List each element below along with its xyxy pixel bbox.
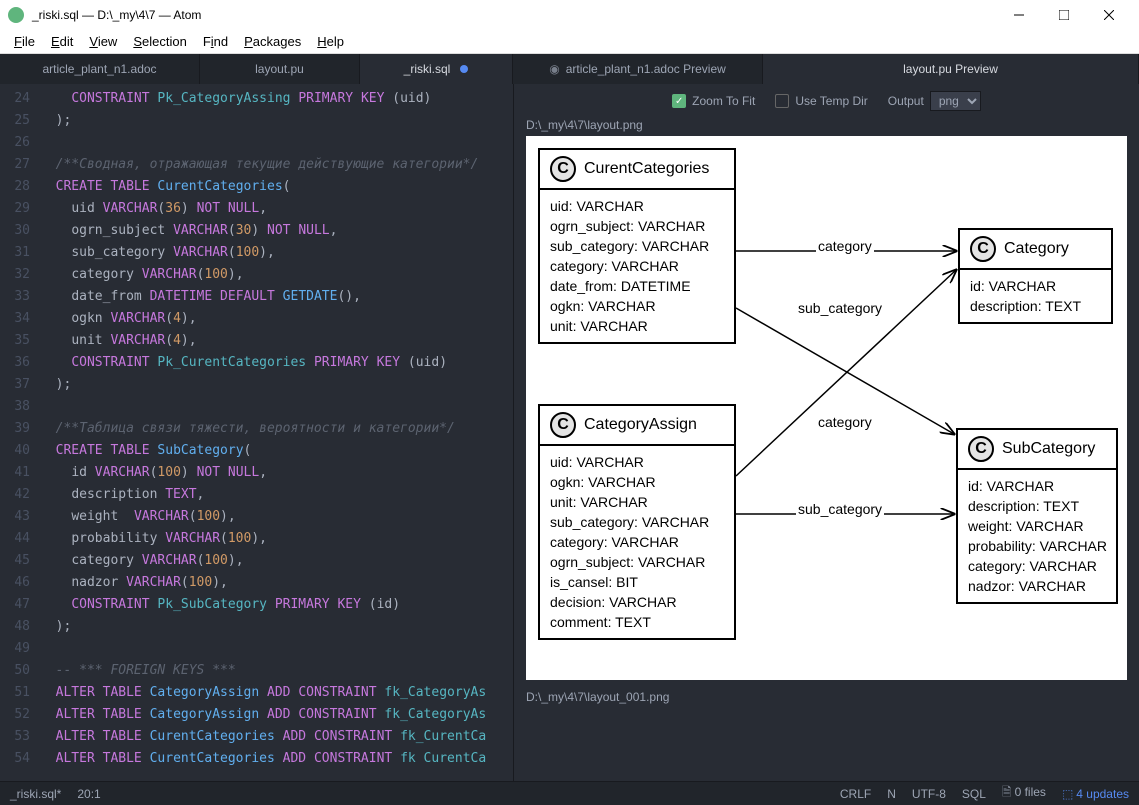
close-button[interactable] [1086,0,1131,30]
use-temp-dir-checkbox[interactable]: Use Temp Dir [775,94,867,108]
uml-category-assign: C CategoryAssign uid: VARCHAR ogkn: VARCH… [538,404,736,640]
line-gutter: 2425262728293031323334353637383940414243… [0,84,40,781]
checkbox-unchecked-icon [775,94,789,108]
uml-body: id: VARCHAR description: TEXT weight: VA… [958,470,1116,602]
zoom-to-fit-checkbox[interactable]: ✓ Zoom To Fit [672,94,755,108]
menu-help[interactable]: Help [309,32,352,51]
preview-path-bottom: D:\_my\4\7\layout_001.png [526,690,1127,704]
uml-diagram: category sub_category category sub_categ… [526,136,1127,680]
uml-title: SubCategory [1002,440,1095,458]
uml-body: uid: VARCHAR ogkn: VARCHAR unit: VARCHAR… [540,446,734,638]
tab-bar: article_plant_n1.adoc layout.pu _riski.s… [0,54,1139,84]
checkbox-checked-icon: ✓ [672,94,686,108]
class-icon: C [550,412,576,438]
preview-toolbar: ✓ Zoom To Fit Use Temp Dir Output png [514,84,1139,118]
menubar: File Edit View Selection Find Packages H… [0,30,1139,54]
code-content[interactable]: CONSTRAINT Pk_CategoryAssing PRIMARY KEY… [40,84,513,781]
temp-label: Use Temp Dir [795,94,867,108]
menu-packages[interactable]: Packages [236,32,309,51]
maximize-button[interactable] [1041,0,1086,30]
package-icon: ⬚ [1062,787,1073,801]
arrow-label-category: category [816,238,874,254]
class-icon: C [550,156,576,182]
menu-find[interactable]: Find [195,32,236,51]
arrow-label-subcategory2: sub_category [796,501,884,517]
arrow-label-subcategory: sub_category [796,300,884,316]
tab-label: article_plant_n1.adoc Preview [566,62,726,76]
status-updates[interactable]: ⬚4 updates [1062,787,1129,801]
uml-body: id: VARCHAR description: TEXT [960,270,1111,322]
output-select-group: Output png [888,91,981,111]
class-icon: C [968,436,994,462]
main-split: 2425262728293031323334353637383940414243… [0,84,1139,781]
status-eol[interactable]: CRLF [840,787,871,801]
editor-pane: 2425262728293031323334353637383940414243… [0,84,513,781]
status-file[interactable]: _riski.sql* [10,787,61,801]
app-icon [8,7,24,23]
tab-label: _riski.sql [404,62,451,76]
tab-layout-preview[interactable]: layout.pu Preview [763,54,1139,84]
uml-curent-categories: C CurentCategories uid: VARCHAR ogrn_subj… [538,148,736,344]
uml-title: CurentCategories [584,160,709,178]
tab-label: layout.pu Preview [903,62,998,76]
uml-title: CategoryAssign [584,416,697,434]
class-icon: C [970,236,996,262]
status-bar: _riski.sql* 20:1 CRLF N UTF-8 SQL 🗎0 fil… [0,781,1139,805]
preview-body[interactable]: D:\_my\4\7\layout.png category sub_categ… [514,118,1139,781]
uml-subcategory: C SubCategory id: VARCHAR description: TE… [956,428,1118,604]
uml-body: uid: VARCHAR ogrn_subject: VARCHAR sub_c… [540,190,734,342]
status-position[interactable]: 20:1 [77,787,100,801]
tab-article[interactable]: article_plant_n1.adoc [0,54,200,84]
menu-view[interactable]: View [81,32,125,51]
preview-icon: ◉ [549,62,559,76]
output-label: Output [888,94,924,108]
tab-riski[interactable]: _riski.sql [360,54,513,84]
arrow-label-category2: category [816,414,874,430]
status-language[interactable]: SQL [962,787,986,801]
titlebar: _riski.sql — D:\_my\4\7 — Atom [0,0,1139,30]
file-icon: 🗎 [1002,785,1012,799]
tab-label: article_plant_n1.adoc [42,62,156,76]
modified-dot-icon [460,65,468,73]
status-encoding[interactable]: UTF-8 [912,787,946,801]
minimize-button[interactable] [996,0,1041,30]
menu-file[interactable]: File [6,32,43,51]
status-files[interactable]: 🗎0 files [1002,783,1046,804]
status-indent[interactable]: N [887,787,896,801]
preview-pane: ✓ Zoom To Fit Use Temp Dir Output png D:… [513,84,1139,781]
tab-label: layout.pu [255,62,304,76]
zoom-label: Zoom To Fit [692,94,755,108]
uml-title: Category [1004,240,1069,258]
output-select[interactable]: png [930,91,981,111]
window-title: _riski.sql — D:\_my\4\7 — Atom [32,8,996,22]
uml-category: C Category id: VARCHAR description: TEXT [958,228,1113,324]
tab-article-preview[interactable]: ◉ article_plant_n1.adoc Preview [513,54,763,84]
menu-selection[interactable]: Selection [125,32,194,51]
preview-path-top: D:\_my\4\7\layout.png [526,118,1127,132]
tab-layout[interactable]: layout.pu [200,54,360,84]
code-area[interactable]: 2425262728293031323334353637383940414243… [0,84,513,781]
menu-edit[interactable]: Edit [43,32,81,51]
